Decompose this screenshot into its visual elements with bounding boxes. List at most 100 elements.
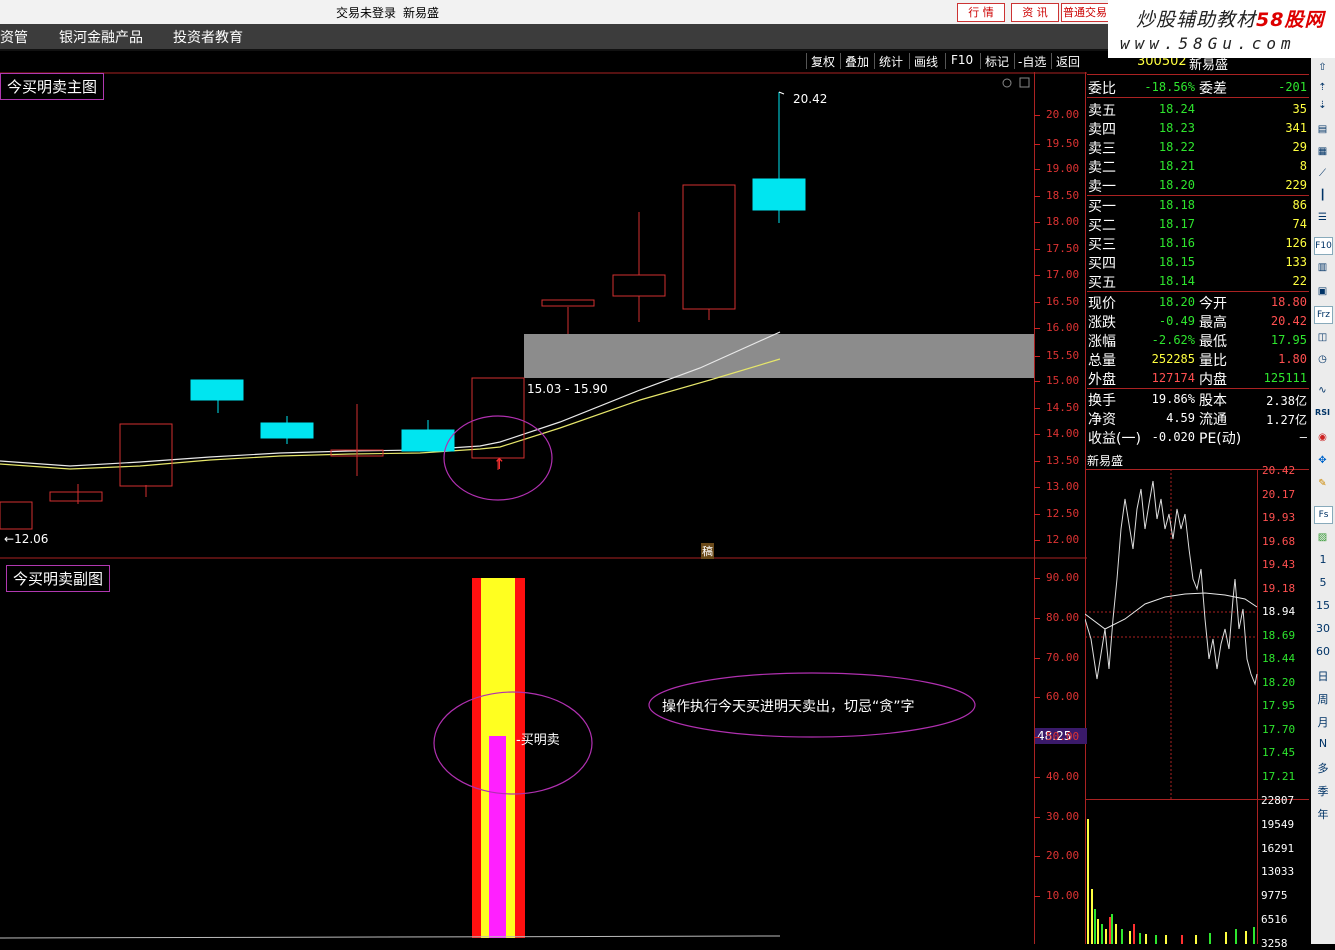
candle (752, 178, 806, 211)
level-label: 买三 (1088, 237, 1116, 253)
fs-button[interactable]: Fs (1314, 506, 1333, 524)
level-volume: 29 (1292, 140, 1307, 154)
candle (0, 501, 33, 530)
stat-value: 17.95 (1270, 333, 1307, 347)
info-button[interactable]: 资 讯 (1011, 3, 1059, 22)
period-button[interactable]: 年 (1311, 806, 1335, 822)
chart-icon[interactable]: ◫ (1314, 330, 1331, 346)
period-button[interactable]: 月 (1311, 714, 1335, 730)
level-price: 18.14 (1158, 274, 1195, 288)
toolbar-overlay[interactable]: 叠加 (845, 53, 869, 70)
page-up-icon[interactable]: ⇡ (1314, 80, 1331, 96)
level-price: 18.20 (1158, 178, 1195, 192)
toolbar-restore-right[interactable]: 复权 (811, 53, 835, 70)
menu-item-products[interactable]: 银河金融产品 (59, 27, 143, 47)
minichart-price-tick: 20.17 (1262, 487, 1296, 501)
level-price: 18.21 (1158, 159, 1195, 173)
document-icon[interactable]: ▤ (1314, 122, 1331, 138)
level-price: 18.17 (1158, 217, 1195, 231)
toolbar-mark[interactable]: 标记 (985, 53, 1009, 70)
price-zone-box (524, 334, 1034, 378)
sub-value-axis: 90.00 80.00 70.00 60.00 50.00 40.00 30.0… (1034, 558, 1086, 944)
clock-icon[interactable]: ◷ (1314, 352, 1331, 368)
toolbar-back[interactable]: 返回 (1056, 53, 1080, 70)
level-label: 卖三 (1088, 141, 1116, 157)
buy-signal-icon: ↑ (493, 455, 506, 473)
arrow-up-icon[interactable]: ⇧ (1314, 60, 1331, 76)
level-volume: 126 (1285, 236, 1307, 250)
f10-button[interactable]: F10 (1314, 237, 1333, 255)
minichart-volume-tick: 16291 (1261, 841, 1295, 855)
period-button[interactable]: 15 (1311, 599, 1335, 612)
ask-row: 卖三 18.22 29 (1087, 138, 1309, 157)
quote-button[interactable]: 行 情 (957, 3, 1005, 22)
grid-icon[interactable]: ▦ (1314, 144, 1331, 160)
level-volume: 74 (1292, 217, 1307, 231)
page-down-icon[interactable]: ⇣ (1314, 98, 1331, 114)
toolbar-remove-favorite[interactable]: -自选 (1018, 53, 1046, 70)
candle (260, 422, 314, 439)
level-price: 18.23 (1158, 121, 1195, 135)
window-icon[interactable] (1019, 77, 1030, 88)
stock-code: 300502 (1137, 58, 1187, 69)
minichart-volume-tick: 3258 (1261, 936, 1288, 950)
level-label: 买一 (1088, 199, 1116, 215)
period-button[interactable]: 季 (1311, 783, 1335, 799)
period-button[interactable]: 5 (1311, 576, 1335, 589)
level-label: 买四 (1088, 256, 1116, 272)
minichart-title: 新易盛 (1087, 454, 1124, 468)
kline-icon[interactable]: ┃ (1314, 188, 1331, 204)
candle (612, 274, 666, 297)
level-price: 18.22 (1158, 140, 1195, 154)
period-button[interactable]: 30 (1311, 622, 1335, 635)
level-volume: 341 (1285, 121, 1307, 135)
level-volume: 229 (1285, 178, 1307, 192)
trade-button[interactable]: 普通交易 (1061, 3, 1109, 22)
low-price-label: ←12.06 (4, 532, 49, 546)
level-price: 18.18 (1158, 198, 1195, 212)
toolbar-draw[interactable]: 画线 (914, 53, 938, 70)
stat-value: 19.86% (1151, 392, 1195, 406)
pencil-icon[interactable]: ✎ (1314, 476, 1331, 492)
stat-label: 今开 (1199, 296, 1227, 312)
stat-value: 18.20 (1158, 295, 1195, 309)
period-button[interactable]: 1 (1311, 553, 1335, 566)
stat-value: -2.62% (1151, 333, 1195, 347)
note-icon[interactable]: ▣ (1314, 284, 1331, 300)
stat-value: 4.59 (1166, 411, 1195, 425)
list-icon[interactable]: ☰ (1314, 210, 1331, 226)
image-icon[interactable]: ▨ (1314, 530, 1331, 546)
stat-label: 最低 (1199, 334, 1227, 350)
period-button[interactable]: 周 (1311, 691, 1335, 707)
period-button[interactable]: 60 (1311, 645, 1335, 658)
period-button[interactable]: 日 (1311, 668, 1335, 684)
stat-value: 18.80 (1270, 295, 1307, 309)
minichart-price-tick: 18.69 (1262, 628, 1296, 642)
line-chart-icon[interactable]: ⟋ (1314, 166, 1331, 182)
level-label: 卖一 (1088, 179, 1116, 195)
indicator-icon[interactable]: ◉ (1314, 430, 1331, 446)
minichart-volume-tick: 19549 (1261, 817, 1295, 831)
strategy-note: 操作执行今天买进明天卖出，切忌“贪”字 (662, 699, 915, 715)
menu-item-education[interactable]: 投资者教育 (173, 27, 243, 47)
ask-row: 卖四 18.23 341 (1087, 119, 1309, 138)
frz-button[interactable]: Frz (1314, 306, 1333, 324)
fundamentals-row: 收益(一) -0.020 PE(动) — (1087, 428, 1309, 447)
stat-value: 125111 (1263, 371, 1307, 385)
bid-row: 买二 18.17 74 (1087, 215, 1309, 234)
period-button[interactable]: 多 (1311, 760, 1335, 776)
toolbar-stats[interactable]: 统计 (879, 53, 903, 70)
bid-row: 买一 18.18 86 (1087, 196, 1309, 215)
menu-item-asset[interactable]: 财资管 (0, 27, 28, 47)
move-icon[interactable]: ✥ (1314, 453, 1331, 469)
wave-icon[interactable]: ∿ (1314, 383, 1331, 399)
window-stock-name: 新易盛 (403, 6, 440, 20)
zoom-icon[interactable] (1002, 78, 1012, 88)
minichart-volume-tick: 13033 (1261, 865, 1295, 879)
period-button[interactable]: N (1311, 737, 1335, 750)
minichart-price-tick: 19.68 (1262, 534, 1296, 548)
sub-chart-title: 今买明卖副图 (6, 565, 111, 592)
toolbar-f10[interactable]: F10 (951, 53, 973, 67)
rsi-button[interactable]: RSI (1314, 405, 1331, 421)
table-icon[interactable]: ▥ (1314, 260, 1331, 276)
